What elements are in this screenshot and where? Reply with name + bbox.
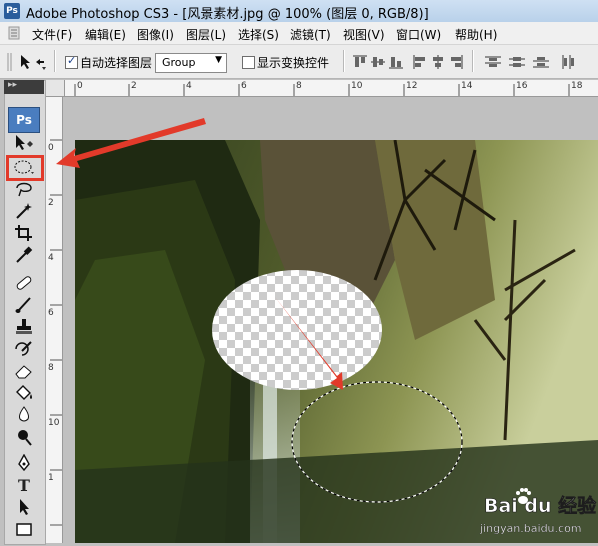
auto-select-label: 自动选择图层 [80,56,153,70]
options-bar: 自动选择图层 Group ▼ 显示变换控件 [0,45,598,79]
ruler-corner[interactable] [46,80,65,97]
ruler-left-label: 1 [48,473,54,483]
pen-tool-icon[interactable] [12,453,36,474]
blur-tool-icon[interactable] [12,406,36,426]
separator [54,50,56,72]
toolbox-grip[interactable]: ▸▸ [4,80,44,94]
menu-file[interactable]: 文件(F) [32,26,72,43]
eraser-tool-icon[interactable] [12,362,36,382]
align-vcenter-icon[interactable] [370,54,386,73]
distribute-vcenter-icon[interactable] [508,54,526,73]
annotation-arrow-left [56,118,206,168]
menu-layer[interactable]: 图层(L) [186,26,226,43]
move-tool-preset-icon[interactable] [18,53,48,71]
align-hcenter-icon[interactable] [430,54,446,73]
align-left-icon[interactable] [412,54,428,73]
distribute-top-icon[interactable] [484,54,502,73]
title-bar: Ps Adobe Photoshop CS3 - [风景素材.jpg @ 100… [0,0,598,23]
type-tool-icon[interactable]: T [12,476,36,496]
align-bottom-icon[interactable] [388,54,404,73]
ruler-top-label: 14 [461,81,473,91]
photoshop-logo[interactable]: Ps [8,107,40,133]
move-tool-icon[interactable] [12,134,36,154]
lasso-tool-icon[interactable] [12,180,36,200]
auto-select-group-dropdown[interactable]: Group ▼ [155,53,227,73]
watermark-brand: Bai du 经验 [484,494,597,517]
app-icon: Ps [4,3,20,19]
chevron-down-icon: ▼ [215,55,222,65]
menu-image[interactable]: 图像(I) [137,26,174,43]
ruler-left-label: 2 [48,198,54,208]
ruler-left-label: 6 [48,308,54,318]
ruler-top-label: 16 [516,81,528,91]
separator [472,50,474,72]
ruler-left-label: 8 [48,363,54,373]
options-grip-icon [6,53,14,71]
menu-select[interactable]: 选择(S) [238,26,279,43]
menu-filter[interactable]: 滤镜(T) [290,26,331,43]
ruler-top-label: 6 [241,81,247,91]
rectangle-tool-icon[interactable] [12,520,36,540]
menu-view[interactable]: 视图(V) [343,26,385,43]
clone-stamp-tool-icon[interactable] [12,318,36,338]
history-brush-tool-icon[interactable] [12,340,36,360]
align-top-icon[interactable] [352,54,368,73]
distribute-bottom-icon[interactable] [532,54,550,73]
ruler-top-label: 2 [131,81,137,91]
ruler-top-label: 8 [296,81,302,91]
separator [343,50,345,72]
ruler-top-label: 12 [406,81,418,91]
magic-wand-tool-icon[interactable] [12,202,36,222]
ruler-left-label: 10 [48,418,60,428]
menu-edit[interactable]: 编辑(E) [85,26,126,43]
show-transform-checkbox[interactable] [242,56,255,69]
ruler-left-label: 4 [48,253,54,263]
ruler-top-label: 4 [186,81,192,91]
paint-bucket-tool-icon[interactable] [12,384,36,404]
align-right-icon[interactable] [448,54,464,73]
menu-window[interactable]: 窗口(W) [396,26,441,43]
distribute-left-icon[interactable] [560,54,578,73]
ruler-top-label: 18 [571,81,583,91]
brush-tool-icon[interactable] [12,296,36,316]
dodge-tool-icon[interactable] [12,428,36,448]
eyedropper-tool-icon[interactable] [12,246,36,266]
window-title: Adobe Photoshop CS3 - [风景素材.jpg @ 100% (… [26,7,429,22]
elliptical-marquee-tool-icon[interactable] [12,158,36,178]
toolbox-expand-icon: ▸▸ [8,80,18,90]
menu-help[interactable]: 帮助(H) [455,26,497,43]
ruler-top-label: 0 [77,81,83,91]
transparent-selection-area [212,270,382,390]
show-transform-label: 显示变换控件 [257,56,330,70]
watermark-url: jingyan.baidu.com [479,522,582,535]
menu-grip-icon [8,26,20,40]
menu-bar: 文件(F) 编辑(E) 图像(I) 图层(L) 选择(S) 滤镜(T) 视图(V… [0,22,598,45]
healing-brush-tool-icon[interactable] [12,274,36,294]
path-selection-tool-icon[interactable] [12,498,36,518]
auto-select-checkbox[interactable] [65,54,78,69]
baidu-jingyan-watermark: Bai du 经验 jingyan.baidu.com [470,470,598,543]
group-dropdown-value: Group [162,56,196,69]
ruler-top-label: 10 [351,81,363,91]
crop-tool-icon[interactable] [12,224,36,244]
